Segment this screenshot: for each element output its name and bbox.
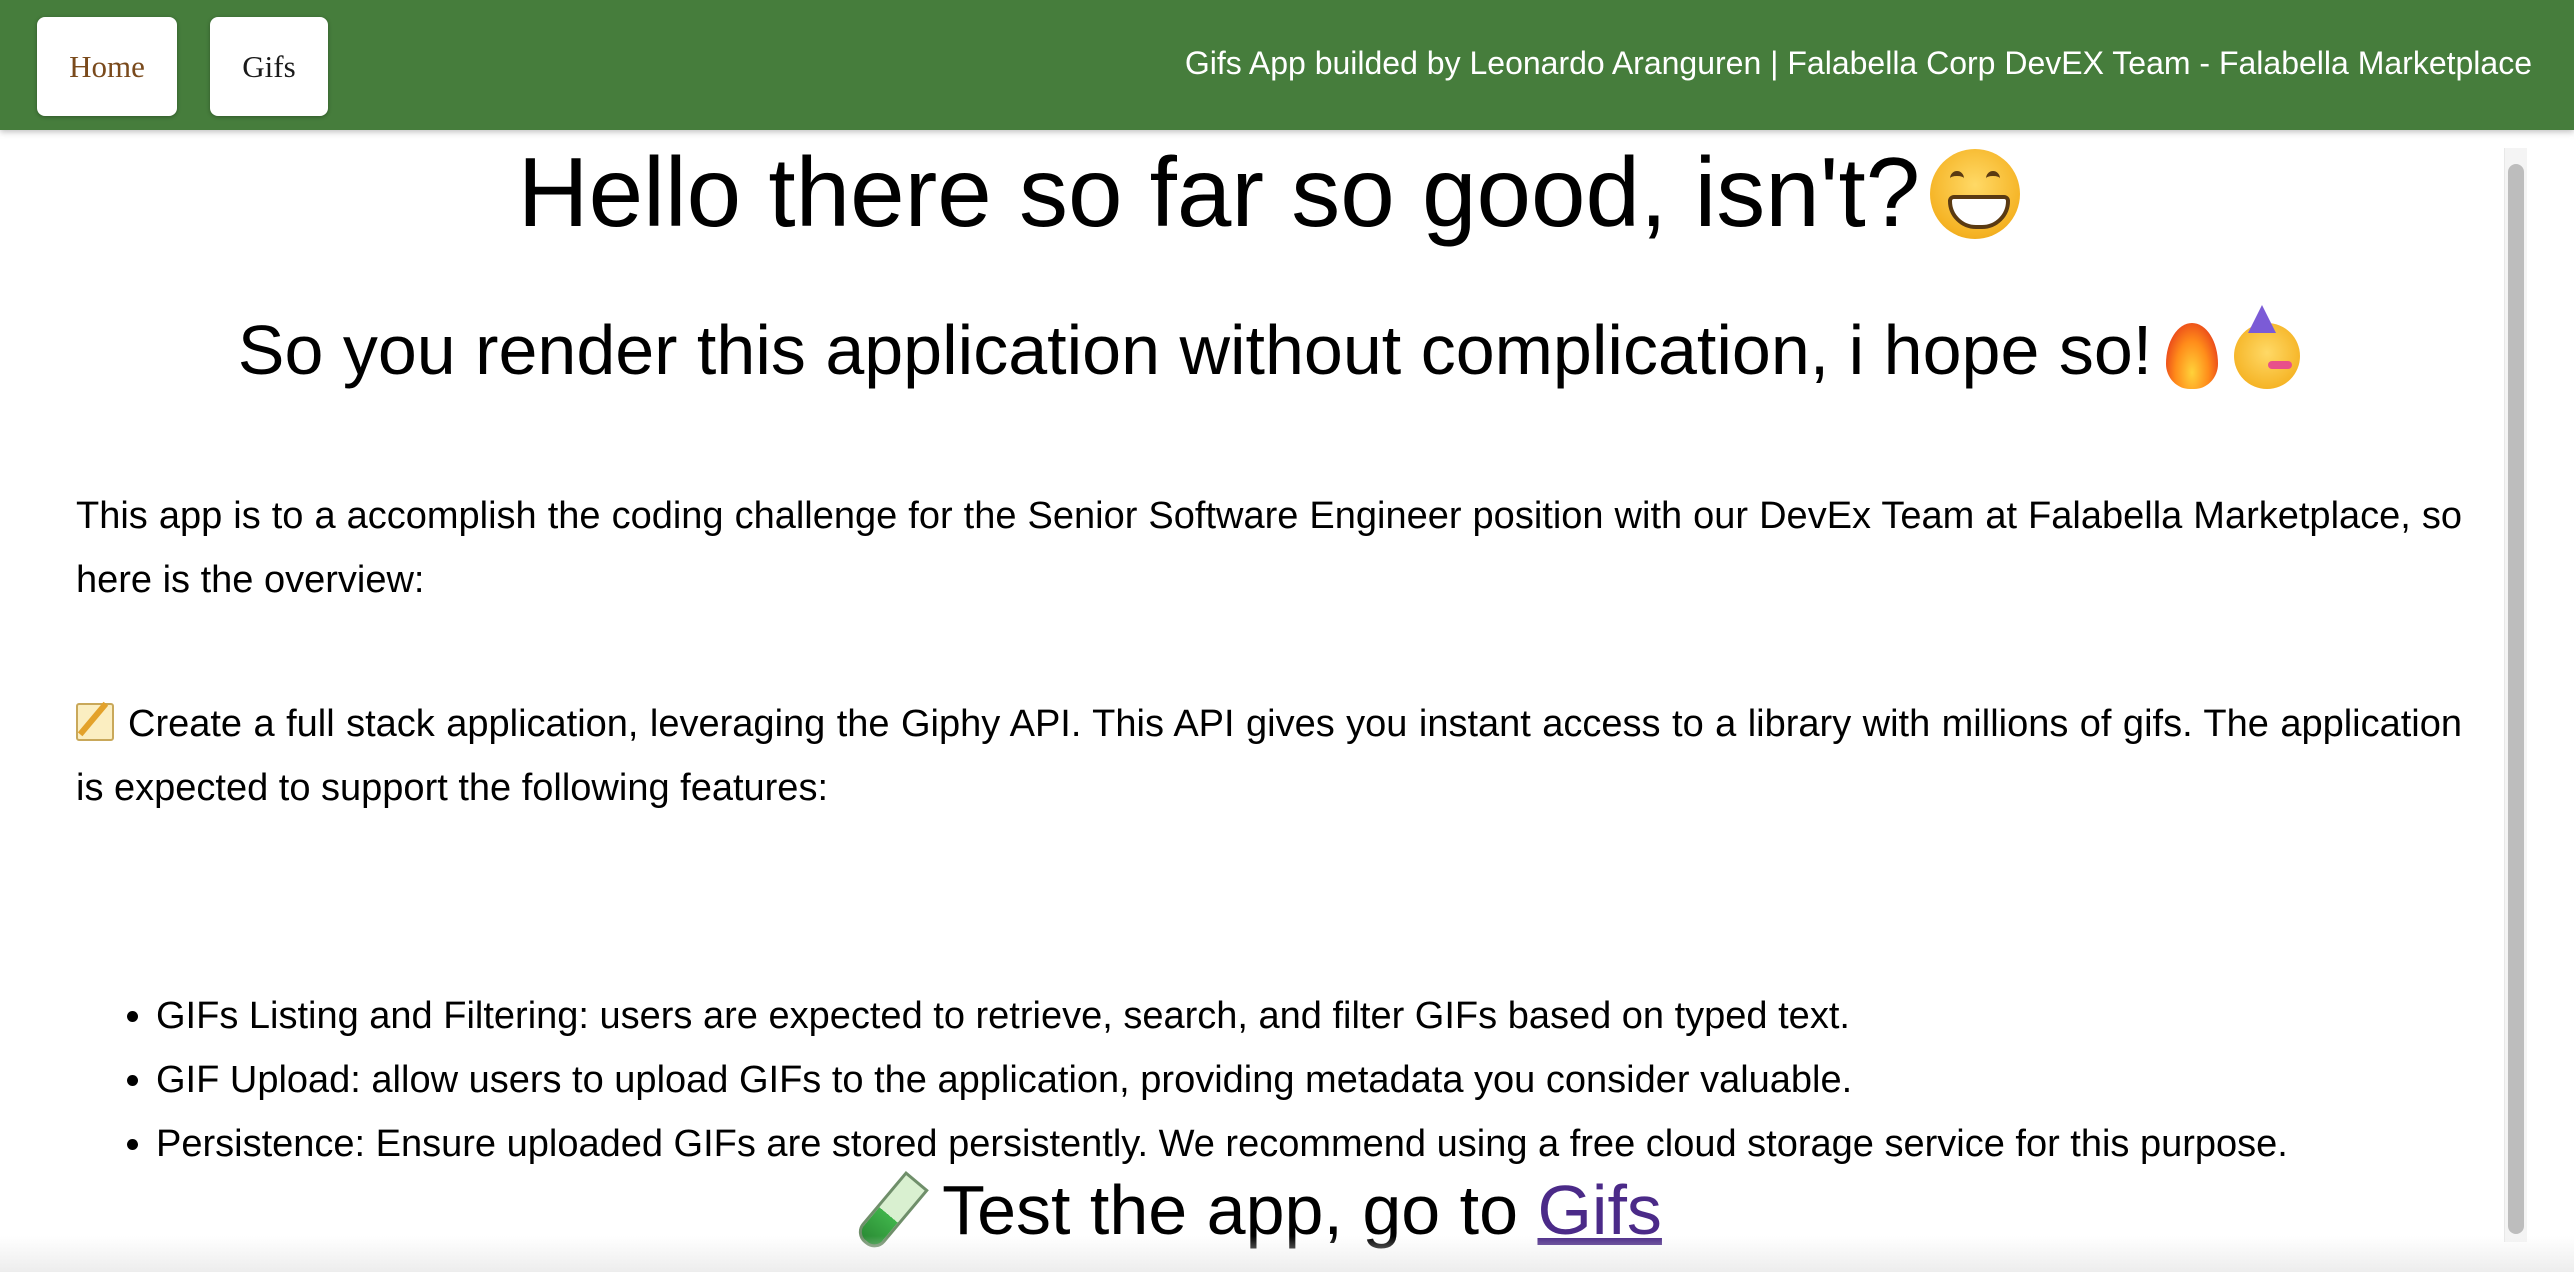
bottom-shadow: [0, 1236, 2574, 1272]
page-title: Hello there so far so good, isn't?: [76, 134, 2462, 252]
list-item: Persistence: Ensure uploaded GIFs are st…: [156, 1112, 2542, 1176]
gifs-button[interactable]: Gifs: [210, 17, 328, 116]
task-text: Create a full stack application, leverag…: [76, 703, 2462, 809]
features-list: GIFs Listing and Filtering: users are ex…: [76, 984, 2542, 1176]
fire-icon: [2166, 322, 2219, 389]
overview-paragraph: This app is to a accomplish the coding c…: [76, 495, 2462, 601]
page-subtitle: So you render this application without c…: [76, 304, 2462, 392]
main-content-area: Hello there so far so good, isn't? So yo…: [0, 130, 2574, 1272]
page-title-text: Hello there so far so good, isn't?: [517, 137, 1921, 247]
memo-icon: [76, 702, 114, 741]
vertical-scrollbar[interactable]: [2504, 148, 2527, 1242]
top-navbar: Home Gifs Gifs App builded by Leonardo A…: [0, 0, 2574, 130]
scrollbar-thumb[interactable]: [2508, 164, 2524, 1234]
page-subtitle-text: So you render this application without c…: [237, 311, 2153, 389]
list-item: GIFs Listing and Filtering: users are ex…: [156, 984, 2542, 1048]
task-paragraph: Create a full stack application, leverag…: [76, 692, 2462, 820]
home-button[interactable]: Home: [37, 17, 177, 116]
app-credit: Gifs App builded by Leonardo Aranguren |…: [1184, 45, 2532, 81]
partying-face-icon: [2234, 304, 2301, 389]
grinning-face-icon: [1930, 149, 2021, 240]
list-item: GIF Upload: allow users to upload GIFs t…: [156, 1048, 2542, 1112]
